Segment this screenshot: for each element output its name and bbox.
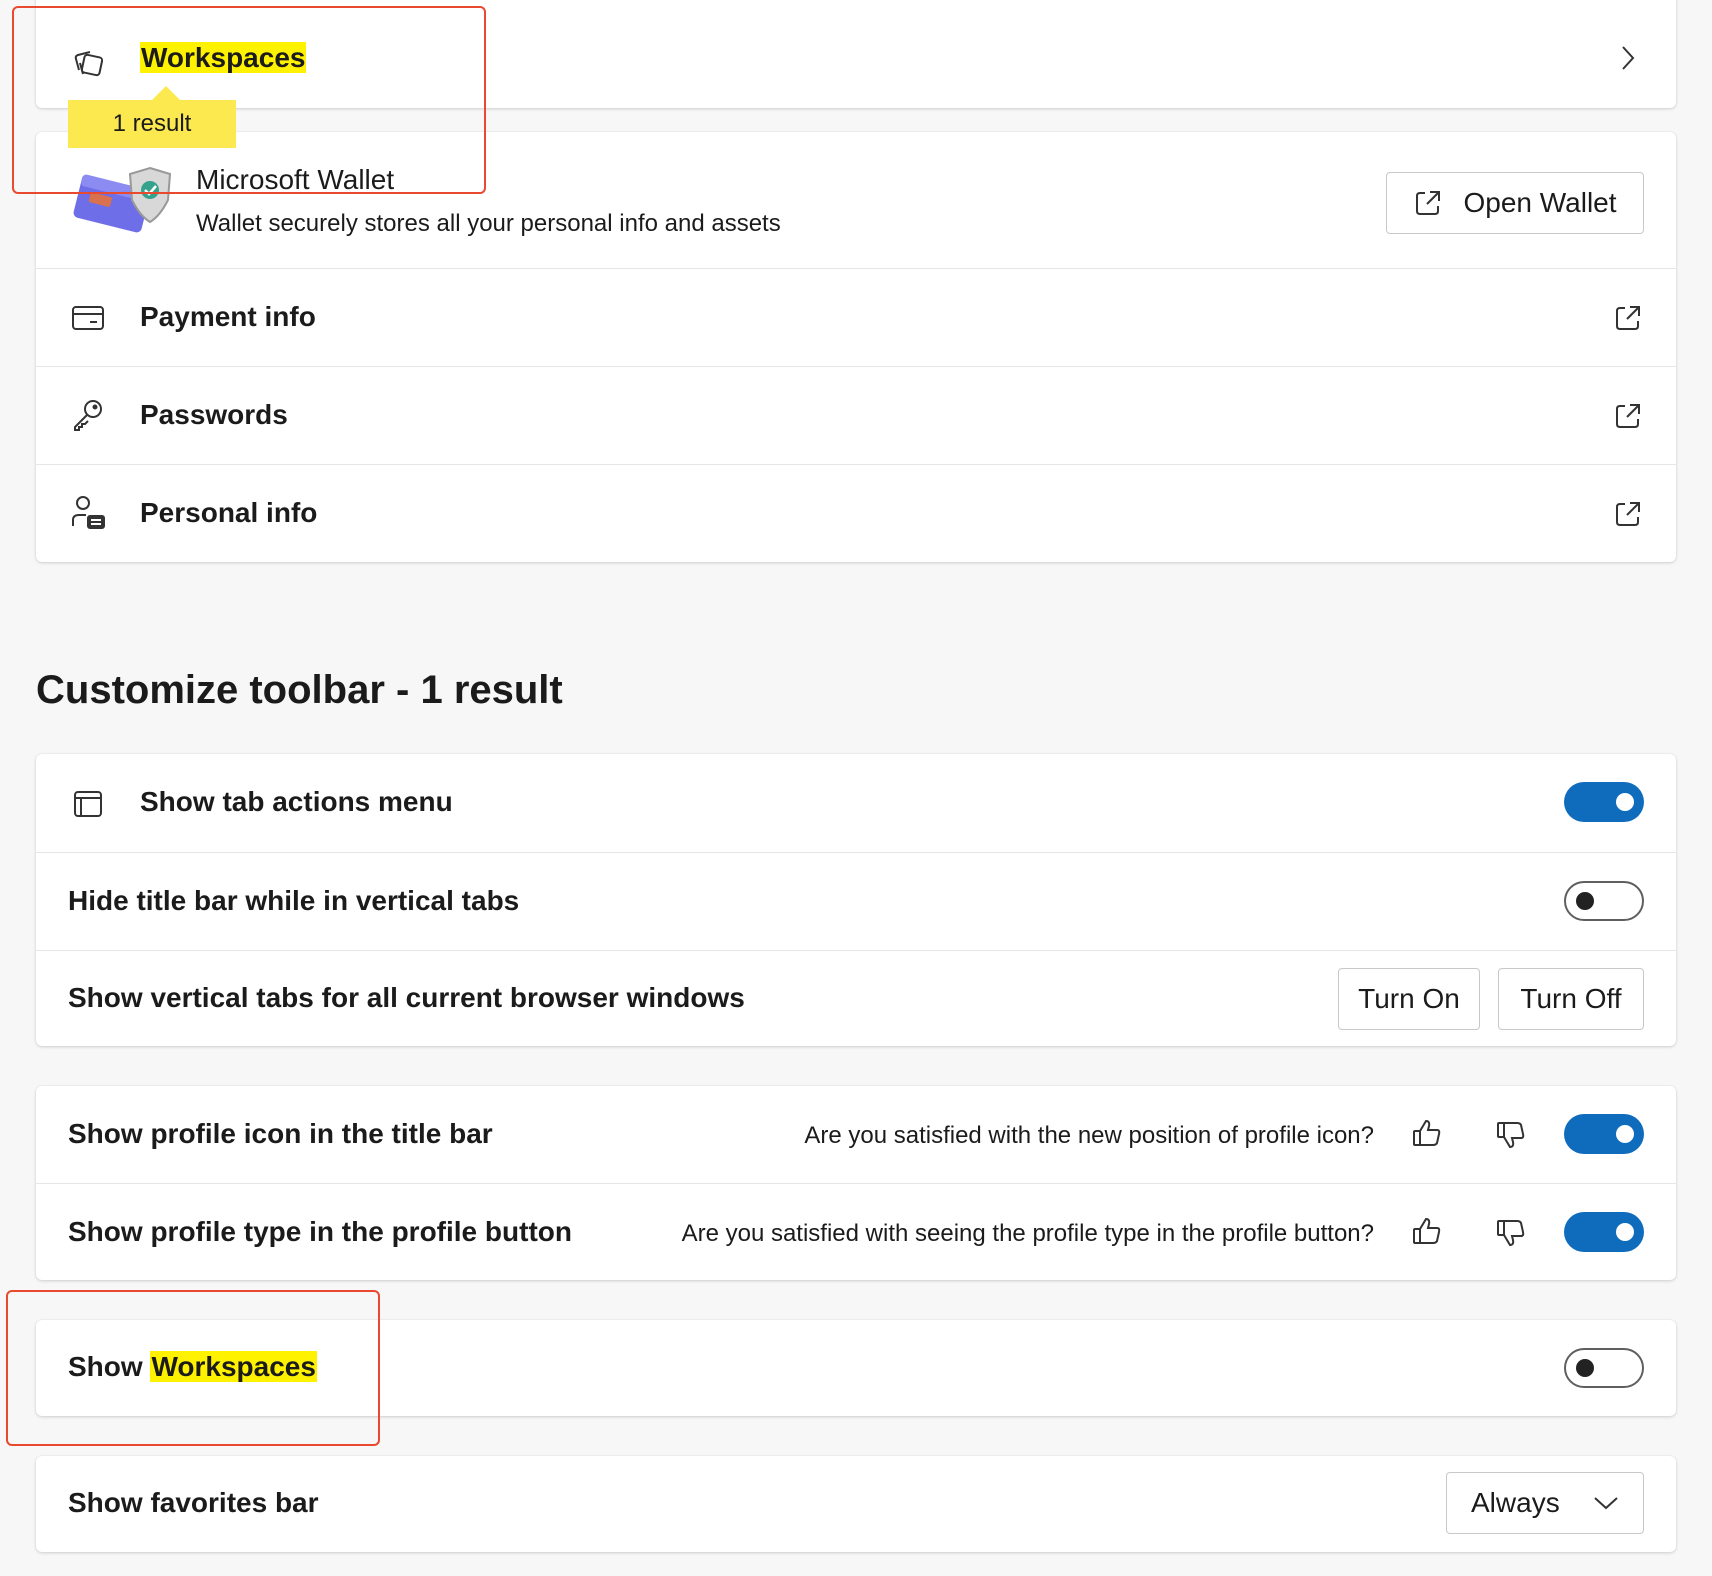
hide-title-bar-label: Hide title bar while in vertical tabs bbox=[68, 885, 520, 916]
open-external-icon bbox=[1413, 188, 1443, 218]
thumbs-down-icon[interactable] bbox=[1494, 1118, 1528, 1152]
profile-card: Show profile icon in the title bar Are y… bbox=[36, 1086, 1676, 1280]
hide-title-bar-toggle[interactable] bbox=[1564, 881, 1644, 921]
section-title: Customize toolbar - 1 result bbox=[36, 668, 563, 712]
profile-type-question: Are you satisfied with seeing the profil… bbox=[681, 1220, 1374, 1247]
person-card-icon bbox=[68, 493, 108, 533]
profile-type-toggle[interactable] bbox=[1564, 1212, 1644, 1252]
thumbs-up-icon[interactable] bbox=[1410, 1116, 1444, 1150]
tab-actions-toggle[interactable] bbox=[1564, 782, 1644, 822]
open-wallet-button[interactable]: Open Wallet bbox=[1386, 172, 1644, 234]
credit-card-icon bbox=[68, 297, 108, 337]
chevron-right-icon[interactable] bbox=[1610, 40, 1646, 76]
hide-title-bar-row: Hide title bar while in vertical tabs bbox=[36, 852, 1676, 950]
turn-off-button[interactable]: Turn Off bbox=[1498, 968, 1644, 1030]
tab-actions-label: Show tab actions menu bbox=[140, 786, 453, 817]
profile-icon-label: Show profile icon in the title bar bbox=[68, 1118, 493, 1149]
payment-info-label: Payment info bbox=[140, 301, 316, 332]
payment-info-row[interactable]: Payment info bbox=[36, 268, 1676, 366]
open-external-icon[interactable] bbox=[1610, 398, 1646, 434]
annotation-box-show-workspaces bbox=[6, 1290, 380, 1446]
show-workspaces-toggle[interactable] bbox=[1564, 1348, 1644, 1388]
favorites-bar-label: Show favorites bar bbox=[68, 1487, 319, 1518]
wallet-card: Microsoft Wallet Wallet securely stores … bbox=[36, 132, 1676, 562]
thumbs-down-icon[interactable] bbox=[1494, 1216, 1528, 1250]
favorites-bar-dropdown[interactable]: Always bbox=[1446, 1472, 1644, 1534]
open-external-icon[interactable] bbox=[1610, 300, 1646, 336]
wallet-description: Wallet securely stores all your personal… bbox=[196, 210, 781, 237]
tab-actions-icon bbox=[68, 784, 108, 824]
profile-icon-question: Are you satisfied with the new position … bbox=[804, 1122, 1374, 1149]
annotation-box-workspaces bbox=[12, 6, 486, 194]
profile-type-row: Show profile type in the profile button … bbox=[36, 1183, 1676, 1280]
toolbar-card: Show tab actions menu Hide title bar whi… bbox=[36, 754, 1676, 1046]
profile-icon-toggle[interactable] bbox=[1564, 1114, 1644, 1154]
favorites-bar-card: Show favorites bar Always bbox=[36, 1456, 1676, 1552]
profile-type-label: Show profile type in the profile button bbox=[68, 1216, 572, 1247]
profile-icon-row: Show profile icon in the title bar Are y… bbox=[36, 1086, 1676, 1183]
vertical-tabs-label: Show vertical tabs for all current brows… bbox=[68, 982, 745, 1013]
turn-on-button[interactable]: Turn On bbox=[1338, 968, 1480, 1030]
open-external-icon[interactable] bbox=[1610, 496, 1646, 532]
vertical-tabs-row: Show vertical tabs for all current brows… bbox=[36, 950, 1676, 1046]
chevron-down-icon bbox=[1593, 1495, 1619, 1511]
passwords-label: Passwords bbox=[140, 399, 288, 430]
key-icon bbox=[68, 395, 108, 435]
personal-info-row[interactable]: Personal info bbox=[36, 464, 1676, 562]
thumbs-up-icon[interactable] bbox=[1410, 1214, 1444, 1248]
tab-actions-row: Show tab actions menu bbox=[36, 754, 1676, 852]
passwords-row[interactable]: Passwords bbox=[36, 366, 1676, 464]
personal-info-label: Personal info bbox=[140, 497, 318, 528]
